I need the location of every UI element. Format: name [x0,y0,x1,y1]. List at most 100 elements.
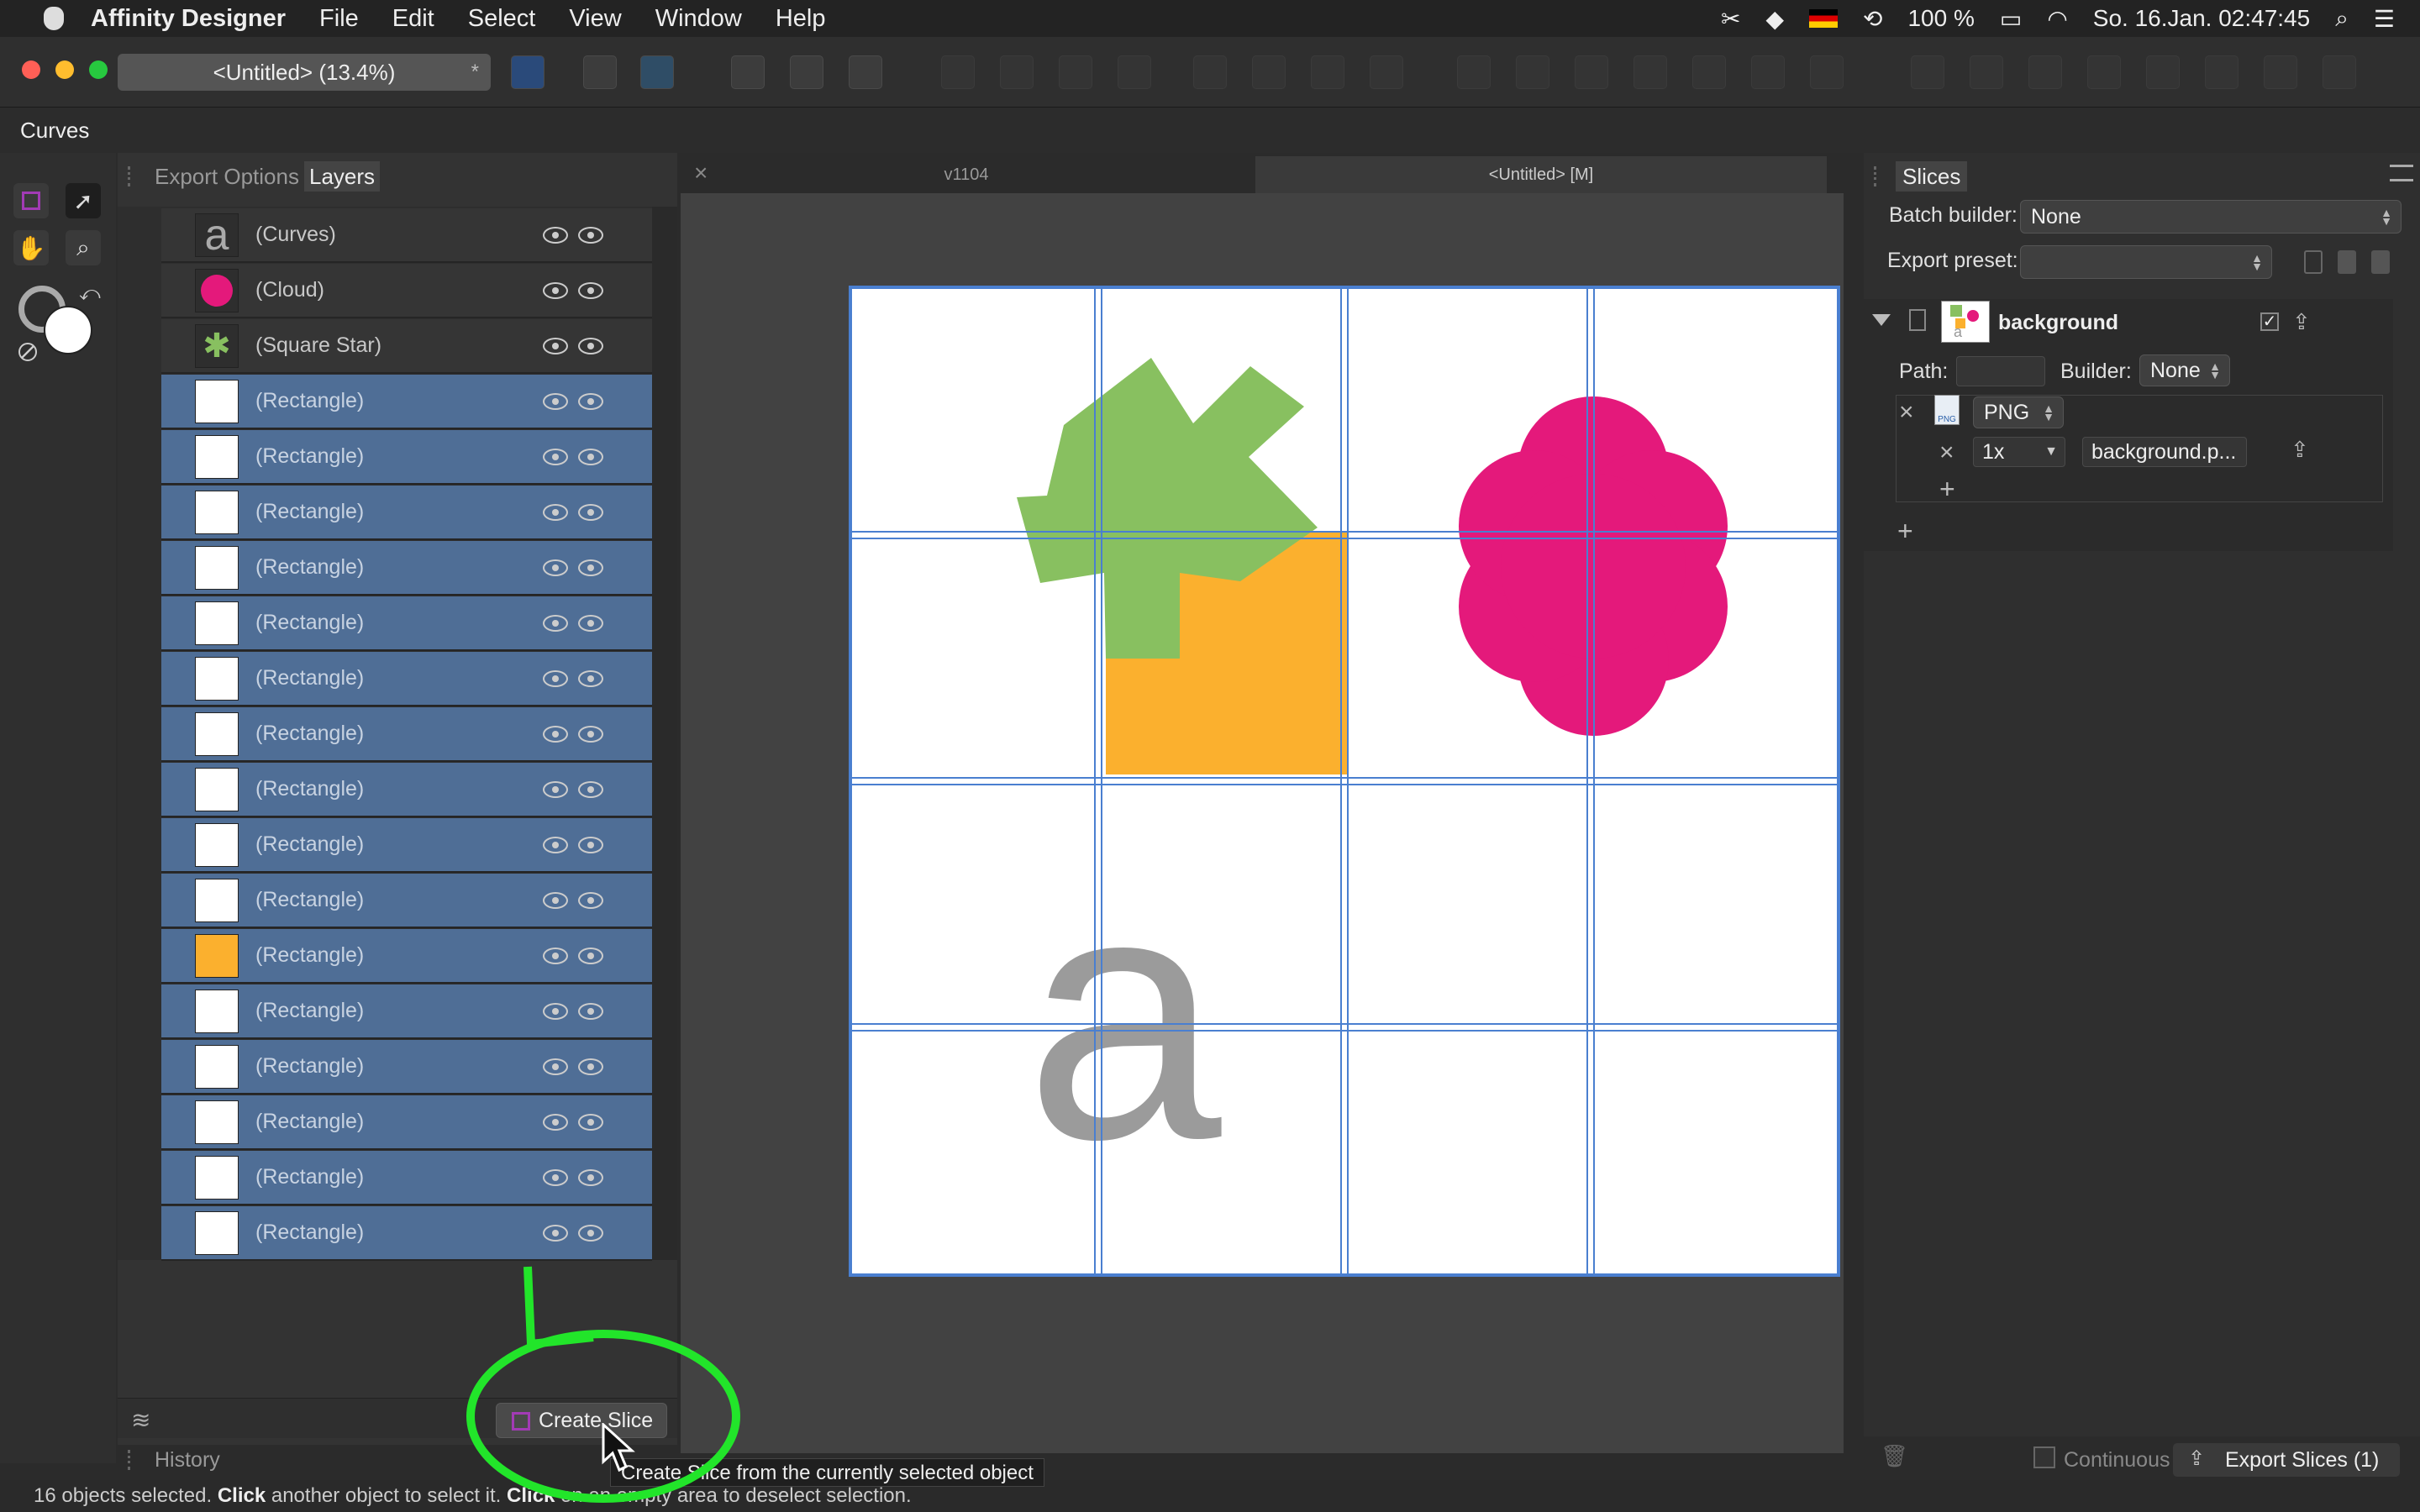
path-field[interactable] [1956,356,2045,386]
scissors-icon[interactable]: ✂ [1721,5,1740,33]
battery-icon[interactable]: ▭ [2000,5,2022,33]
glyph-a[interactable]: a [1025,819,1223,1213]
arrange-backward-icon[interactable] [1000,55,1034,89]
input-language-flag-icon[interactable] [1808,9,1838,28]
layer-row[interactable]: (Rectangle) [161,818,652,873]
scale-field[interactable]: 1x ▼ [1973,437,2065,467]
visibility-eye-icon[interactable] [543,837,568,853]
panel-menu-icon[interactable] [2390,165,2413,181]
remove-scale-icon[interactable]: × [1939,438,1954,467]
distribute-4-icon[interactable] [2087,55,2121,89]
create-slice-button[interactable]: Create Slice [496,1403,667,1438]
clock[interactable]: So. 16.Jan. 02:47:45 [2093,5,2310,32]
paste-preset-icon[interactable] [2338,250,2356,274]
visibility-eye-icon[interactable] [578,282,603,299]
close-tab-icon[interactable]: × [694,160,708,186]
visibility-eye-icon[interactable] [578,781,603,798]
continuous-checkbox[interactable] [2033,1446,2055,1468]
visibility-eye-icon[interactable] [578,948,603,964]
layer-row[interactable]: a (Curves) [161,208,652,263]
zoom-window-button[interactable] [89,60,108,79]
layer-row[interactable]: (Rectangle) [161,652,652,706]
delete-preset-icon[interactable] [2371,250,2390,274]
distribute-5-icon[interactable] [2146,55,2180,89]
export-persona-icon[interactable] [640,55,674,89]
align-justify-icon[interactable] [1634,55,1667,89]
layer-row[interactable]: (Rectangle) [161,541,652,596]
align-middle-icon[interactable] [1751,55,1785,89]
snap-icon[interactable] [731,55,765,89]
boolean-intersect-icon[interactable] [1311,55,1344,89]
apple-menu-icon[interactable] [30,0,77,37]
layer-row[interactable]: (Rectangle) [161,1095,652,1150]
spotlight-search-icon[interactable]: ⌕ [2335,5,2349,33]
distribute-6-icon[interactable] [2205,55,2238,89]
menu-view[interactable]: View [569,5,621,33]
distribute-8-icon[interactable] [2323,55,2356,89]
dropbox-icon[interactable]: ◆ [1765,5,1784,33]
expand-slice-icon[interactable] [1872,314,1891,326]
menu-file[interactable]: File [319,5,359,33]
tab-untitled-m[interactable]: <Untitled> [M] [1255,156,1827,193]
add-scale-icon[interactable]: + [1939,474,1955,505]
wifi-icon[interactable]: ◠ [2047,5,2067,33]
remove-format-icon[interactable]: × [1899,398,1914,427]
visibility-eye-icon[interactable] [543,449,568,465]
visibility-eye-icon[interactable] [543,227,568,244]
visibility-eye-icon[interactable] [578,1114,603,1131]
menu-edit[interactable]: Edit [392,5,434,33]
scale-export-icon[interactable]: ⇪ [2291,437,2309,463]
slices-grip-icon[interactable] [1874,166,1881,186]
hand-tool-icon[interactable]: ✋ [13,230,49,265]
align-left-icon[interactable] [1457,55,1491,89]
builder-select[interactable]: None ▲ ▼ [2139,354,2230,386]
visibility-eye-icon[interactable] [543,504,568,521]
layer-row[interactable]: ✱ (Square Star) [161,319,652,374]
no-color-icon[interactable] [18,343,37,361]
visibility-eye-icon[interactable] [543,393,568,410]
slice-export-checkbox[interactable]: ✓ [2260,312,2279,331]
menu-help[interactable]: Help [776,5,826,33]
visibility-eye-icon[interactable] [543,559,568,576]
app-menu[interactable]: Affinity Designer [91,5,286,33]
visibility-eye-icon[interactable] [543,282,568,299]
add-format-icon[interactable]: + [1897,516,1913,547]
export-slices-button[interactable]: ⇪ Export Slices (1) [2173,1443,2400,1477]
visibility-eye-icon[interactable] [578,1058,603,1075]
layers-stack-icon[interactable]: ≋ [131,1406,150,1434]
visibility-eye-icon[interactable] [543,1003,568,1020]
boolean-xor-icon[interactable] [1370,55,1403,89]
filename-field[interactable]: background.p... [2082,437,2247,467]
visibility-eye-icon[interactable] [578,504,603,521]
distribute-1-icon[interactable] [1911,55,1944,89]
swap-colors-icon[interactable]: ⤺ [79,282,101,306]
fill-color-swatch[interactable] [44,306,92,354]
visibility-eye-icon[interactable] [543,948,568,964]
layers-scrollbar[interactable] [652,207,677,1260]
slice-name[interactable]: background [1998,311,2118,335]
visibility-eye-icon[interactable] [543,892,568,909]
arrange-forward-icon[interactable] [1059,55,1092,89]
visibility-eye-icon[interactable] [578,1169,603,1186]
time-machine-icon[interactable]: ⟲ [1863,5,1882,33]
slice-tool-icon[interactable] [13,183,49,218]
visibility-eye-icon[interactable] [543,615,568,632]
layer-row[interactable]: (Rectangle) [161,874,652,928]
visibility-eye-icon[interactable] [543,338,568,354]
batch-builder-select[interactable]: None ▲ ▼ [2020,200,2402,234]
visibility-eye-icon[interactable] [578,670,603,687]
minimize-window-button[interactable] [55,60,74,79]
history-grip-icon[interactable] [128,1450,134,1470]
align-bottom-icon[interactable] [1810,55,1844,89]
visibility-eye-icon[interactable] [578,892,603,909]
visibility-eye-icon[interactable] [543,670,568,687]
visibility-eye-icon[interactable] [543,726,568,743]
geometry-icon[interactable] [849,55,882,89]
boolean-subtract-icon[interactable] [1252,55,1286,89]
layer-row[interactable]: (Rectangle) [161,1040,652,1095]
distribute-3-icon[interactable] [2028,55,2062,89]
visibility-eye-icon[interactable] [578,338,603,354]
visibility-eye-icon[interactable] [578,726,603,743]
layer-row[interactable]: (Rectangle) [161,430,652,485]
visibility-eye-icon[interactable] [543,1058,568,1075]
